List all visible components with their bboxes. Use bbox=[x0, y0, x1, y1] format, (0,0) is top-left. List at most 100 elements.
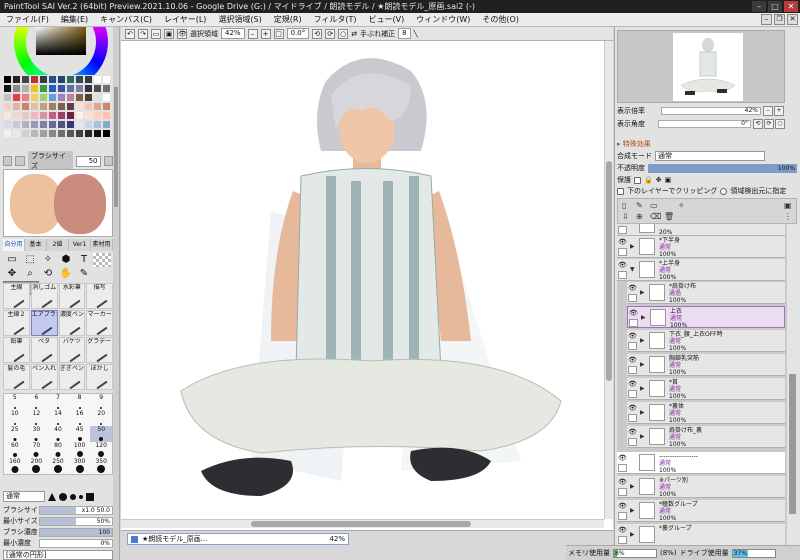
layer-row[interactable]: 👁オーバーレイ20% bbox=[617, 224, 785, 236]
palette-swatch[interactable] bbox=[93, 120, 102, 129]
brush-size-cell[interactable]: 60 bbox=[4, 442, 26, 458]
brush-size-cell[interactable]: 16 bbox=[69, 410, 91, 426]
layer-row[interactable]: 👁 ▶ *首 通常 100% bbox=[627, 378, 785, 400]
prop-min-density[interactable]: 最小濃度 0% bbox=[3, 538, 113, 548]
brush-slot[interactable]: バケツ bbox=[58, 337, 86, 363]
brush-size-cell[interactable]: 14 bbox=[47, 410, 69, 426]
palette-swatch[interactable] bbox=[39, 93, 48, 102]
rotate-left-button[interactable]: ⟲ bbox=[312, 28, 323, 39]
merge-down-icon[interactable]: ⊕ bbox=[636, 212, 643, 221]
menu-other[interactable]: その他(O) bbox=[476, 13, 525, 27]
palette-swatch[interactable] bbox=[93, 129, 102, 138]
palette-swatch[interactable] bbox=[12, 111, 21, 120]
palette-swatch[interactable] bbox=[66, 111, 75, 120]
brush-size-cell[interactable]: 5 bbox=[4, 394, 26, 410]
eyedropper-tool-icon[interactable]: ✎ bbox=[75, 267, 93, 281]
circle-shape-icon[interactable] bbox=[59, 492, 67, 501]
palette-swatch[interactable] bbox=[3, 84, 12, 93]
text-tool-icon[interactable]: T bbox=[75, 253, 93, 267]
tab-basic[interactable]: 基本 bbox=[25, 239, 47, 251]
palette-swatch[interactable] bbox=[57, 120, 66, 129]
dot-shape-icon[interactable] bbox=[79, 494, 83, 499]
canvas-vertical-scrollbar[interactable] bbox=[604, 41, 613, 519]
zoom-field[interactable]: 42% bbox=[221, 28, 245, 39]
palette-swatch[interactable] bbox=[57, 129, 66, 138]
brush-size-cell[interactable]: 50 bbox=[90, 426, 112, 442]
palette-swatch[interactable] bbox=[84, 102, 93, 111]
palette-swatch[interactable] bbox=[57, 75, 66, 84]
layer-row[interactable]: 👁 ▶ *裏体 通常 100% bbox=[627, 402, 785, 424]
palette-swatch[interactable] bbox=[39, 75, 48, 84]
layer-panel-menu-icon[interactable]: ▣ bbox=[784, 201, 792, 210]
brush-slot[interactable]: 鉛筆 bbox=[3, 337, 30, 363]
tab-ver1[interactable]: Ver1 bbox=[69, 239, 91, 251]
triangle-shape-icon[interactable] bbox=[48, 492, 56, 501]
left-scrollbar[interactable] bbox=[113, 27, 119, 560]
brush-slot[interactable]: 主線２ bbox=[3, 310, 30, 336]
visibility-eye-icon[interactable]: 👁 bbox=[628, 380, 637, 388]
brush-size-cell[interactable]: 40 bbox=[47, 426, 69, 442]
square-shape-icon[interactable] bbox=[86, 492, 94, 501]
tab-custom[interactable]: 自分用 bbox=[3, 239, 25, 251]
transparent-color-icon[interactable] bbox=[15, 156, 25, 166]
nav-rotate-right-button[interactable]: ⟳ bbox=[764, 119, 774, 129]
palette-swatch[interactable] bbox=[102, 84, 111, 93]
scratchpad[interactable] bbox=[3, 169, 113, 237]
navigator[interactable] bbox=[617, 30, 785, 103]
nav-zoom-in-button[interactable]: + bbox=[774, 106, 784, 116]
deselect-icon[interactable]: ▭ bbox=[151, 28, 161, 39]
canvas-hscroll-thumb[interactable] bbox=[251, 521, 471, 527]
doc-close-button[interactable]: ✕ bbox=[787, 14, 798, 25]
layer-lock-icon[interactable] bbox=[618, 536, 627, 544]
palette-swatch[interactable] bbox=[93, 111, 102, 120]
brush-size-cell[interactable]: 45 bbox=[69, 426, 91, 442]
nav-zoom-slider[interactable]: 42% bbox=[661, 107, 761, 115]
brush-slot[interactable]: エアブラシ bbox=[30, 310, 58, 336]
visibility-eye-icon[interactable]: 👁 bbox=[628, 356, 637, 364]
folder-expand-icon[interactable]: ▶ bbox=[640, 289, 645, 296]
hand-icon[interactable]: ✋ bbox=[57, 267, 75, 281]
palette-swatch[interactable] bbox=[12, 75, 21, 84]
menu-layer[interactable]: レイヤー(L) bbox=[158, 13, 212, 27]
move-lock-icon[interactable]: ✥ bbox=[656, 175, 662, 185]
layer-row[interactable]: 👁 ▶ *裏グループ bbox=[617, 524, 785, 546]
brush-slot[interactable]: 濃度ペン bbox=[58, 310, 86, 336]
menu-view[interactable]: ビュー(V) bbox=[363, 13, 411, 27]
brush-slot[interactable]: 主線 bbox=[3, 283, 30, 309]
folder-expand-icon[interactable]: ▶ bbox=[630, 483, 635, 490]
effects-header[interactable]: ▸ 特殊効果 bbox=[617, 139, 785, 149]
move-icon[interactable]: ✥ bbox=[3, 267, 21, 281]
layer-row[interactable]: 👁 ▶ 下衣_腰_上衣OFF時 通常 100% bbox=[627, 330, 785, 352]
rect-select-icon[interactable]: ▭ bbox=[3, 253, 21, 267]
palette-swatch[interactable] bbox=[30, 75, 39, 84]
layer-list[interactable]: 👁オーバーレイ20%👁▶*下半身通常100%👁▼*上半身通常100%👁▶*肩掛け… bbox=[617, 224, 787, 560]
palette-swatch[interactable] bbox=[75, 102, 84, 111]
lasso-icon[interactable]: ⬚ bbox=[21, 253, 39, 267]
palette-swatch[interactable] bbox=[48, 111, 57, 120]
checker-icon[interactable] bbox=[93, 253, 111, 267]
zoom-out-button[interactable]: – bbox=[247, 28, 258, 39]
folder-expand-icon[interactable]: ▶ bbox=[640, 337, 645, 344]
layer-row[interactable]: 👁 ▶ 上衣 通常 100% bbox=[627, 306, 785, 328]
palette-swatch[interactable] bbox=[30, 93, 39, 102]
folder-expand-icon[interactable]: ▶ bbox=[630, 243, 635, 250]
brush-size-cell[interactable]: 300 bbox=[69, 458, 91, 474]
palette-swatch[interactable] bbox=[48, 93, 57, 102]
nav-zoom-out-button[interactable]: – bbox=[763, 106, 773, 116]
visibility-eye-icon[interactable]: 👁 bbox=[628, 284, 637, 292]
prop-brush-density[interactable]: ブラシ濃度 100 bbox=[3, 527, 113, 537]
visibility-eye-icon[interactable]: 👁 bbox=[618, 238, 627, 246]
palette-swatch[interactable] bbox=[66, 93, 75, 102]
new-pen-layer-icon[interactable]: ✎ bbox=[636, 201, 643, 210]
brush-slot[interactable]: ぺン入れ bbox=[30, 364, 58, 390]
stabilizer-field[interactable]: 8 bbox=[398, 28, 411, 39]
palette-swatch[interactable] bbox=[21, 75, 30, 84]
rotate-icon[interactable]: ⟲ bbox=[39, 267, 57, 281]
palette-swatch[interactable] bbox=[48, 120, 57, 129]
visibility-eye-icon[interactable]: 👁 bbox=[628, 404, 637, 412]
transfer-down-icon[interactable]: ⇩ bbox=[622, 212, 629, 221]
brush-size-cell[interactable]: 8 bbox=[69, 394, 91, 410]
palette-swatch[interactable] bbox=[30, 111, 39, 120]
palette-swatch[interactable] bbox=[57, 93, 66, 102]
prop-min-size[interactable]: 最小サイズ 50% bbox=[3, 516, 113, 526]
